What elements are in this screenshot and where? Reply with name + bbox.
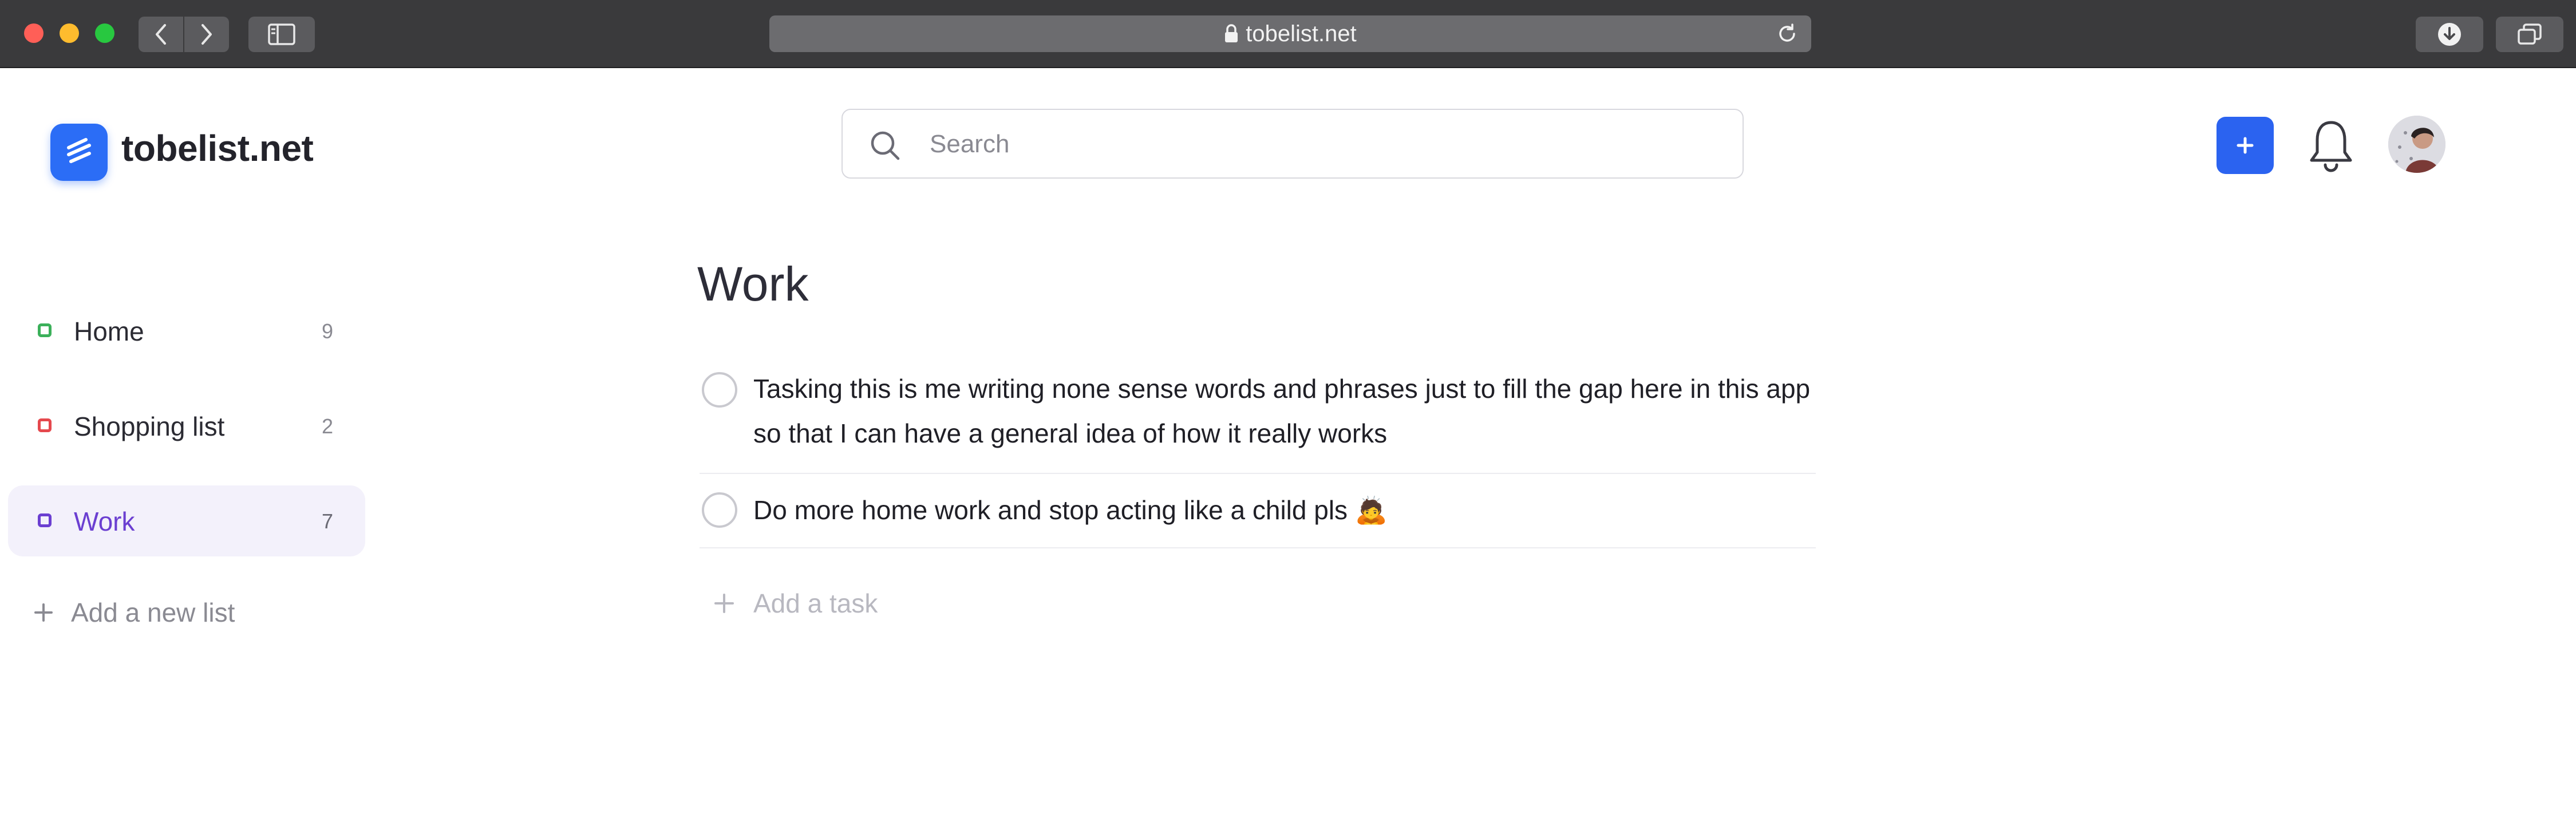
sidebar-item-home[interactable]: Home 9: [8, 295, 365, 366]
chevron-left-icon: [156, 24, 166, 45]
add-button[interactable]: [2217, 117, 2274, 174]
browser-toolbar: tobelist.net: [0, 0, 2576, 68]
plus-icon: [2237, 137, 2254, 154]
sidebar-item-label: Home: [74, 317, 144, 346]
avatar-image: [2388, 116, 2445, 173]
task-text: Do more home work and stop acting like a…: [753, 495, 1388, 525]
sidebar-toggle-button[interactable]: [248, 17, 315, 52]
zoom-window-button[interactable]: [95, 23, 114, 43]
list-color-marker: [38, 513, 52, 527]
notifications-button[interactable]: [2307, 117, 2355, 174]
divider: [700, 473, 1816, 474]
list-color-marker: [38, 323, 52, 337]
address-bar[interactable]: tobelist.net: [769, 15, 1811, 52]
app-logo[interactable]: [50, 124, 108, 181]
sidebar-item-count: 2: [321, 414, 333, 438]
sidebar-item-count: 9: [321, 319, 333, 343]
sidebar-item-label: Work: [74, 507, 135, 536]
reload-icon[interactable]: [1776, 22, 1799, 45]
add-task-button[interactable]: Add a task: [713, 586, 878, 621]
sidebar-item-count: 7: [321, 509, 333, 533]
task-item[interactable]: Tasking this is me writing none sense wo…: [700, 366, 1816, 458]
list-color-marker: [38, 418, 52, 432]
page-title: Work: [697, 257, 809, 311]
minimize-window-button[interactable]: [60, 23, 79, 43]
plus-icon: [714, 594, 734, 613]
lock-icon: [1225, 24, 1238, 42]
search-icon: [871, 131, 900, 160]
divider: [700, 547, 1816, 548]
add-new-list-label: Add a new list: [71, 598, 235, 627]
sidebar-item-shopping-list[interactable]: Shopping list 2: [8, 390, 365, 461]
task-item[interactable]: Do more home work and stop acting like a…: [700, 488, 1816, 534]
forward-button[interactable]: [184, 17, 229, 52]
stack-icon: [67, 138, 91, 163]
user-avatar[interactable]: [2388, 116, 2445, 173]
sidebar-item-label: Shopping list: [74, 412, 225, 441]
chevron-right-icon: [202, 24, 212, 45]
task-complete-checkbox[interactable]: [702, 372, 737, 408]
download-icon: [2438, 23, 2461, 46]
tabs-icon: [2518, 23, 2542, 45]
plus-icon: [34, 603, 53, 622]
add-task-label: Add a task: [753, 588, 878, 618]
search-input[interactable]: [929, 124, 1721, 165]
sidebar-icon: [268, 23, 295, 45]
tab-overview-button[interactable]: [2496, 17, 2563, 52]
task-complete-checkbox[interactable]: [702, 492, 737, 528]
downloads-button[interactable]: [2416, 17, 2483, 52]
search-bar[interactable]: [841, 109, 1744, 179]
sidebar-item-work[interactable]: Work 7: [8, 485, 365, 556]
add-new-list-button[interactable]: Add a new list: [33, 595, 235, 630]
close-window-button[interactable]: [24, 23, 44, 43]
back-button[interactable]: [139, 17, 183, 52]
bell-icon: [2310, 121, 2352, 172]
app-name[interactable]: tobelist.net: [121, 127, 314, 169]
task-text: Tasking this is me writing none sense wo…: [753, 374, 1811, 448]
url-text: tobelist.net: [1246, 21, 1357, 46]
